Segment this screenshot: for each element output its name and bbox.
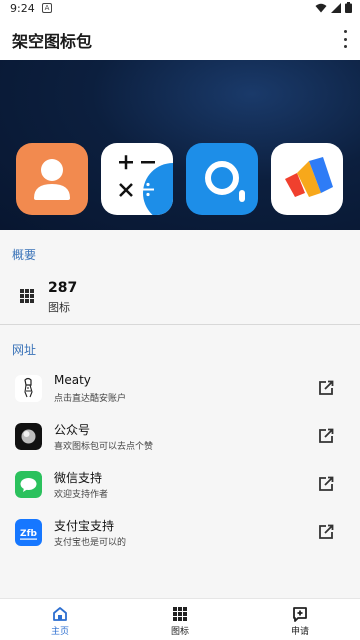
overview-section-title: 概要 — [12, 248, 37, 262]
main-content: 概要 287 图标 网址 Meaty 点击直达酷安账户 公众号 喜欢图标包可以去… — [0, 230, 360, 598]
link-title: 微信支持 — [54, 471, 103, 485]
nav-label: 主页 — [50, 627, 69, 637]
icon-count-label: 图标 — [48, 301, 70, 314]
nav-item-home[interactable]: 主页 — [0, 599, 120, 640]
wechat-icon — [15, 471, 42, 498]
meaty-icon — [15, 375, 42, 402]
app-bar: 架空图标包 — [0, 18, 360, 60]
open-external-icon[interactable] — [318, 428, 334, 444]
open-external-icon[interactable] — [318, 380, 334, 396]
open-external-icon[interactable] — [318, 476, 334, 492]
grid-icon — [20, 289, 34, 303]
app-title: 架空图标包 — [12, 32, 93, 51]
link-subtitle: 支付宝也是可以的 — [54, 538, 127, 548]
nav-item-icons[interactable]: 图标 — [120, 599, 240, 640]
nav-label: 申请 — [290, 627, 309, 637]
link-row-meaty[interactable]: Meaty 点击直达酷安账户 — [0, 367, 360, 411]
battery-icon — [345, 2, 352, 13]
calculator-icon[interactable] — [101, 143, 173, 215]
alipay-icon-text: Zfb — [20, 529, 37, 539]
contacts-icon[interactable] — [16, 143, 88, 215]
link-row-official-account[interactable]: 公众号 喜欢图标包可以去点个赞 — [0, 415, 360, 459]
link-row-wechat-support[interactable]: 微信支持 欢迎支持作者 — [0, 463, 360, 507]
request-icon — [293, 607, 307, 622]
more-options-icon[interactable] — [340, 30, 350, 48]
bottom-nav: 主页 图标 申请 — [0, 598, 360, 640]
divider — [0, 324, 360, 325]
nav-label: 图标 — [170, 627, 189, 637]
home-icon — [53, 607, 67, 621]
signal-icon — [331, 2, 341, 13]
nav-item-request[interactable]: 申请 — [240, 599, 360, 640]
banner — [0, 60, 360, 230]
status-bar: 9:24 A — [0, 0, 360, 18]
link-row-alipay-support[interactable]: Zfb 支付宝支持 支付宝也是可以的 — [0, 511, 360, 555]
link-title: Meaty — [54, 373, 91, 387]
grid-icon — [173, 607, 187, 621]
wifi-icon — [315, 3, 327, 12]
vivaldi-icon[interactable] — [271, 143, 343, 215]
link-subtitle: 喜欢图标包可以去点个赞 — [54, 442, 154, 452]
wechat-official-icon — [15, 423, 42, 450]
status-time: 9:24 — [10, 2, 35, 15]
links-section-title: 网址 — [12, 343, 37, 357]
icon-count: 287 — [48, 280, 78, 296]
open-external-icon[interactable] — [318, 524, 334, 540]
status-indicators — [315, 2, 352, 13]
link-title: 公众号 — [54, 423, 91, 437]
featured-icons — [16, 143, 343, 215]
icon-count-row[interactable]: 287 图标 — [0, 274, 360, 324]
link-subtitle: 点击直达酷安账户 — [54, 394, 127, 404]
link-title: 支付宝支持 — [54, 519, 115, 533]
link-subtitle: 欢迎支持作者 — [54, 490, 109, 500]
search-app-icon[interactable] — [186, 143, 258, 215]
alipay-icon: Zfb — [15, 519, 42, 546]
notification-icon: A — [42, 3, 52, 13]
